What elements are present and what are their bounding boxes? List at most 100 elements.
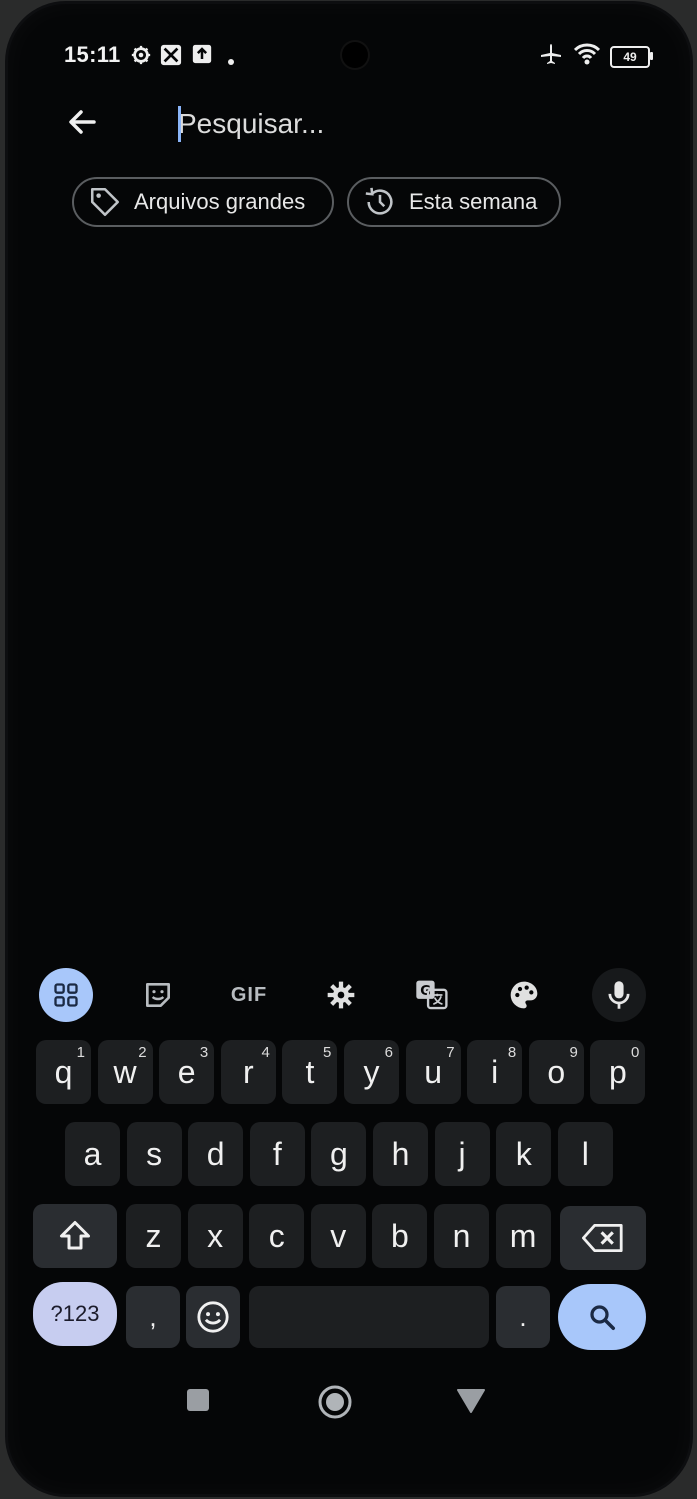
key-p-label: p [608, 1053, 627, 1090]
key-i-hint: 8 [507, 1044, 517, 1061]
tag-icon [88, 185, 122, 219]
key-i[interactable]: i8 [467, 1040, 523, 1104]
key-r-label: r [242, 1053, 254, 1090]
keyboard-toolbar: GIF G [8, 960, 690, 1030]
key-w[interactable]: w2 [97, 1040, 153, 1104]
status-time: 15:11 [64, 42, 121, 67]
key-v[interactable]: v [310, 1204, 366, 1268]
apps-grid-icon [54, 983, 78, 1007]
key-x-label: x [207, 1217, 224, 1254]
chip-large-files[interactable]: Arquivos grandes [72, 177, 334, 227]
settings-gear-icon [327, 981, 355, 1009]
back-arrow-button[interactable] [60, 100, 104, 144]
key-s[interactable]: s [126, 1122, 182, 1186]
key-a-label: a [83, 1135, 102, 1172]
key-b-label: b [390, 1217, 409, 1254]
key-e-hint: 3 [199, 1044, 209, 1061]
triangle-back-icon [457, 1389, 485, 1413]
key-m-label: m [509, 1217, 537, 1254]
search-input[interactable] [178, 102, 598, 146]
key-t[interactable]: t5 [282, 1040, 338, 1104]
key-e-label: e [177, 1053, 196, 1090]
recents-button[interactable] [186, 1388, 210, 1412]
key-n-label: n [452, 1217, 471, 1254]
text-cursor [178, 106, 181, 142]
key-g-label: g [329, 1135, 348, 1172]
key-f[interactable]: f [249, 1122, 305, 1186]
key-n[interactable]: n [434, 1204, 489, 1268]
back-arrow-icon [69, 110, 96, 134]
chip-this-week-label: Esta semana [409, 189, 538, 214]
key-p-hint: 0 [631, 1044, 640, 1061]
key-p[interactable]: p0 [590, 1040, 646, 1104]
app-notification-icon [160, 44, 182, 71]
gif-label: GIF [230, 983, 268, 1006]
theme-button[interactable] [497, 968, 551, 1022]
key-y-label: y [363, 1053, 380, 1090]
key-o-hint: 9 [569, 1044, 578, 1061]
period-key[interactable]: . [496, 1286, 550, 1348]
backspace-icon [582, 1223, 623, 1252]
apps-grid-button[interactable] [39, 968, 93, 1022]
key-d-label: d [206, 1135, 225, 1172]
key-c[interactable]: c [249, 1204, 305, 1268]
key-f-label: f [272, 1135, 282, 1172]
translate-button[interactable]: G [405, 968, 459, 1022]
key-u-label: u [424, 1053, 442, 1090]
key-y[interactable]: y6 [344, 1040, 399, 1104]
key-d[interactable]: d [188, 1122, 244, 1186]
key-j-label: j [458, 1135, 466, 1172]
square-recents-icon [187, 1389, 209, 1411]
emoji-key[interactable] [186, 1286, 240, 1348]
search-enter-key[interactable] [558, 1284, 646, 1350]
key-q-label: q [54, 1053, 73, 1090]
keyboard-settings-button[interactable] [314, 968, 368, 1022]
battery-icon: 49 [610, 45, 653, 68]
key-q-hint: 1 [76, 1044, 85, 1061]
symbols-key[interactable]: ?123 [33, 1282, 117, 1346]
comma-key[interactable]: , [126, 1286, 180, 1348]
translate-icon: G [416, 980, 448, 1010]
backspace-key[interactable] [560, 1206, 646, 1270]
key-s-label: s [146, 1135, 163, 1172]
key-l-label: l [581, 1135, 589, 1172]
key-h-label: h [391, 1135, 410, 1172]
gif-button[interactable]: GIF [222, 968, 276, 1022]
key-e[interactable]: e3 [159, 1040, 215, 1104]
shift-key[interactable] [33, 1204, 117, 1268]
key-b[interactable]: b [372, 1204, 428, 1268]
key-a[interactable]: a [65, 1122, 120, 1186]
key-m[interactable]: m [495, 1204, 551, 1268]
key-k-label: k [515, 1135, 532, 1172]
key-z-label: z [145, 1217, 162, 1254]
key-t-hint: 5 [323, 1044, 332, 1061]
key-h[interactable]: h [373, 1122, 428, 1186]
key-v-label: v [330, 1217, 347, 1254]
sticker-button[interactable] [131, 968, 185, 1022]
key-u[interactable]: u7 [405, 1040, 461, 1104]
key-l[interactable]: l [557, 1122, 613, 1186]
key-q[interactable]: q1 [36, 1040, 91, 1104]
key-z[interactable]: z [126, 1204, 181, 1268]
chip-this-week[interactable]: Esta semana [347, 177, 561, 227]
sticker-icon [146, 983, 170, 1007]
airplane-mode-icon [538, 42, 564, 71]
settings-gear-icon [130, 44, 152, 71]
status-bar: 15:11 49 [8, 38, 690, 72]
space-key[interactable] [249, 1286, 489, 1348]
back-nav-button[interactable] [456, 1388, 486, 1414]
key-w-label: w [113, 1053, 137, 1090]
key-x[interactable]: x [187, 1204, 243, 1268]
key-t-label: t [305, 1053, 315, 1090]
key-o[interactable]: o9 [528, 1040, 584, 1104]
circle-home-icon [318, 1385, 352, 1419]
palette-icon [510, 981, 538, 1009]
key-g[interactable]: g [311, 1122, 367, 1186]
key-r[interactable]: r4 [220, 1040, 276, 1104]
key-o-label: o [547, 1053, 566, 1090]
key-j[interactable]: j [434, 1122, 490, 1186]
dot-icon [228, 52, 234, 70]
key-k[interactable]: k [496, 1122, 552, 1186]
voice-input-button[interactable] [592, 968, 646, 1022]
home-button[interactable] [317, 1384, 353, 1420]
